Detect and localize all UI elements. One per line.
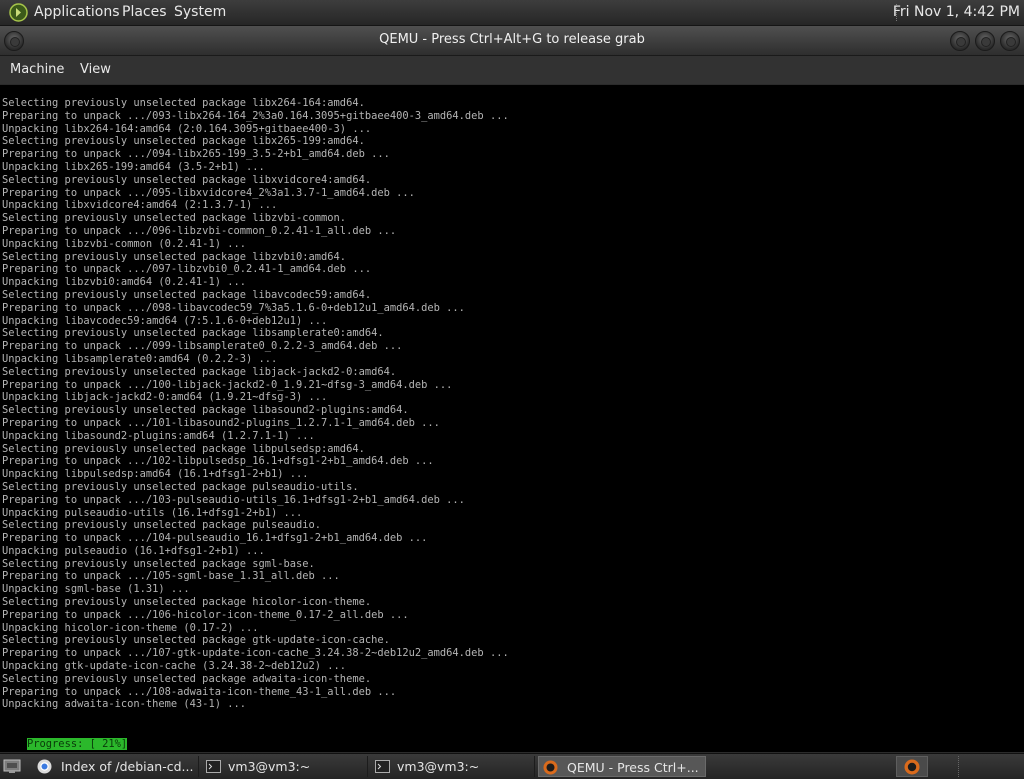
console-line: Selecting previously unselected package …: [2, 442, 365, 455]
console-line: Preparing to unpack .../101-libasound2-p…: [2, 416, 440, 429]
console-line: Selecting previously unselected package …: [2, 288, 372, 301]
console-line: Preparing to unpack .../103-pulseaudio-u…: [2, 493, 465, 506]
console-line: Unpacking libx265-199:amd64 (3.5-2+b1) .…: [2, 160, 265, 173]
console-line: Unpacking libpulsedsp:amd64 (16.1+dfsg1-…: [2, 468, 309, 481]
top-panel: Applications Places System Fri Nov 1, 4:…: [0, 0, 1024, 26]
clock[interactable]: Fri Nov 1, 4:42 PM: [893, 4, 1020, 20]
console-line: Unpacking libzvbi0:amd64 (0.2.41-1) ...: [2, 276, 246, 289]
maximize-button[interactable]: [975, 31, 995, 51]
console-line: Unpacking libsamplerate0:amd64 (0.2.2-3)…: [2, 352, 278, 365]
console-line: Selecting previously unselected package …: [2, 173, 372, 186]
console-line: Selecting previously unselected package …: [2, 212, 347, 225]
console-line: Unpacking libx264-164:amd64 (2:0.164.309…: [2, 122, 372, 135]
console-line: Unpacking libasound2-plugins:amd64 (1.2.…: [2, 429, 315, 442]
taskbar: Index of /debian-cd... vm3@vm3:~ vm3@vm3…: [0, 753, 1024, 779]
console-line: Preparing to unpack .../094-libx265-199_…: [2, 148, 390, 161]
console-line: Selecting previously unselected package …: [2, 596, 372, 609]
console-line: Unpacking hicolor-icon-theme (0.17-2) ..…: [2, 621, 259, 634]
console-line: Selecting previously unselected package …: [2, 97, 365, 109]
workspace-switcher[interactable]: [896, 756, 928, 777]
console-line: Selecting previously unselected package …: [2, 519, 322, 532]
console-line: Preparing to unpack .../097-libzvbi0_0.2…: [2, 263, 372, 276]
progress-row: Progress: [ 21%] [######################…: [2, 726, 1022, 750]
console-line: Preparing to unpack .../108-adwaita-icon…: [2, 685, 397, 698]
console-line: Unpacking gtk-update-icon-cache (3.24.38…: [2, 660, 347, 673]
taskbar-item-browser[interactable]: Index of /debian-cd...: [33, 756, 199, 777]
console-line: Preparing to unpack .../107-gtk-update-i…: [2, 647, 509, 660]
console-line: Selecting previously unselected package …: [2, 327, 384, 340]
progress-bar: [###########################............…: [110, 726, 1004, 738]
taskbar-item-label: QEMU - Press Ctrl+...: [567, 760, 699, 775]
console-line: Selecting previously unselected package …: [2, 404, 409, 417]
panel-separator: [958, 756, 965, 777]
terminal-icon: [375, 760, 390, 773]
qemu-icon: [543, 760, 558, 775]
console-line: Preparing to unpack .../098-libavcodec59…: [2, 301, 465, 314]
console-line: Unpacking sgml-base (1.31) ...: [2, 583, 190, 596]
console-line: Unpacking adwaita-icon-theme (43-1) ...: [2, 698, 246, 711]
system-menu[interactable]: System: [174, 4, 226, 20]
taskbar-item-label: vm3@vm3:~: [397, 759, 480, 774]
close-button[interactable]: [1000, 31, 1020, 51]
machine-menu[interactable]: Machine: [10, 62, 64, 77]
console-line: Unpacking pulseaudio-utils (16.1+dfsg1-2…: [2, 506, 303, 519]
console-line: Selecting previously unselected package …: [2, 672, 372, 685]
console-line: Selecting previously unselected package …: [2, 634, 390, 647]
console-line: Unpacking libxvidcore4:amd64 (2:1.3.7-1)…: [2, 199, 278, 212]
gnome-foot-icon[interactable]: [9, 3, 28, 22]
console-line: Selecting previously unselected package …: [2, 557, 315, 570]
terminal-icon: [206, 760, 221, 773]
console-line: Preparing to unpack .../096-libzvbi-comm…: [2, 224, 397, 237]
console-line: Preparing to unpack .../093-libx264-164_…: [2, 109, 509, 122]
console-line: Preparing to unpack .../099-libsamplerat…: [2, 340, 403, 353]
console-line: Preparing to unpack .../102-libpulsedsp_…: [2, 455, 434, 468]
view-menu[interactable]: View: [80, 62, 111, 77]
console-line: Preparing to unpack .../105-sgml-base_1.…: [2, 570, 340, 583]
chrome-icon: [37, 759, 52, 774]
taskbar-item-terminal-2[interactable]: vm3@vm3:~: [371, 756, 535, 777]
console-line: Preparing to unpack .../095-libxvidcore4…: [2, 186, 415, 199]
taskbar-item-terminal-1[interactable]: vm3@vm3:~: [202, 756, 368, 777]
minimize-button[interactable]: [950, 31, 970, 51]
places-menu[interactable]: Places: [122, 4, 167, 20]
qemu-tray-icon: [904, 759, 920, 775]
console-line: Selecting previously unselected package …: [2, 365, 397, 378]
vm-display[interactable]: Selecting previously unselected package …: [0, 85, 1024, 752]
applications-menu[interactable]: Applications: [34, 4, 120, 20]
menubar: Machine View: [0, 56, 1024, 84]
console-line: Preparing to unpack .../100-libjack-jack…: [2, 378, 453, 391]
console-line: Selecting previously unselected package …: [2, 135, 365, 148]
console-output: Selecting previously unselected package …: [2, 97, 1022, 711]
window-title: QEMU - Press Ctrl+Alt+G to release grab: [379, 32, 645, 47]
console-line: Preparing to unpack .../104-pulseaudio_1…: [2, 532, 428, 545]
taskbar-item-label: Index of /debian-cd...: [61, 759, 194, 774]
console-line: Selecting previously unselected package …: [2, 250, 347, 263]
taskbar-item-qemu[interactable]: QEMU - Press Ctrl+...: [538, 756, 706, 777]
console-line: Unpacking libzvbi-common (0.2.41-1) ...: [2, 237, 246, 250]
window-titlebar[interactable]: QEMU - Press Ctrl+Alt+G to release grab: [0, 26, 1024, 56]
console-line: Unpacking libavcodec59:amd64 (7:5.1.6-0+…: [2, 314, 328, 327]
console-line: Unpacking pulseaudio (16.1+dfsg1-2+b1) .…: [2, 544, 265, 557]
console-line: Preparing to unpack .../106-hicolor-icon…: [2, 608, 409, 621]
show-desktop-icon[interactable]: [2, 757, 22, 775]
console-line: Unpacking libjack-jackd2-0:amd64 (1.9.21…: [2, 391, 328, 404]
progress-label: Progress: [ 21%]: [27, 738, 128, 750]
console-line: Selecting previously unselected package …: [2, 480, 359, 493]
taskbar-item-label: vm3@vm3:~: [228, 759, 311, 774]
